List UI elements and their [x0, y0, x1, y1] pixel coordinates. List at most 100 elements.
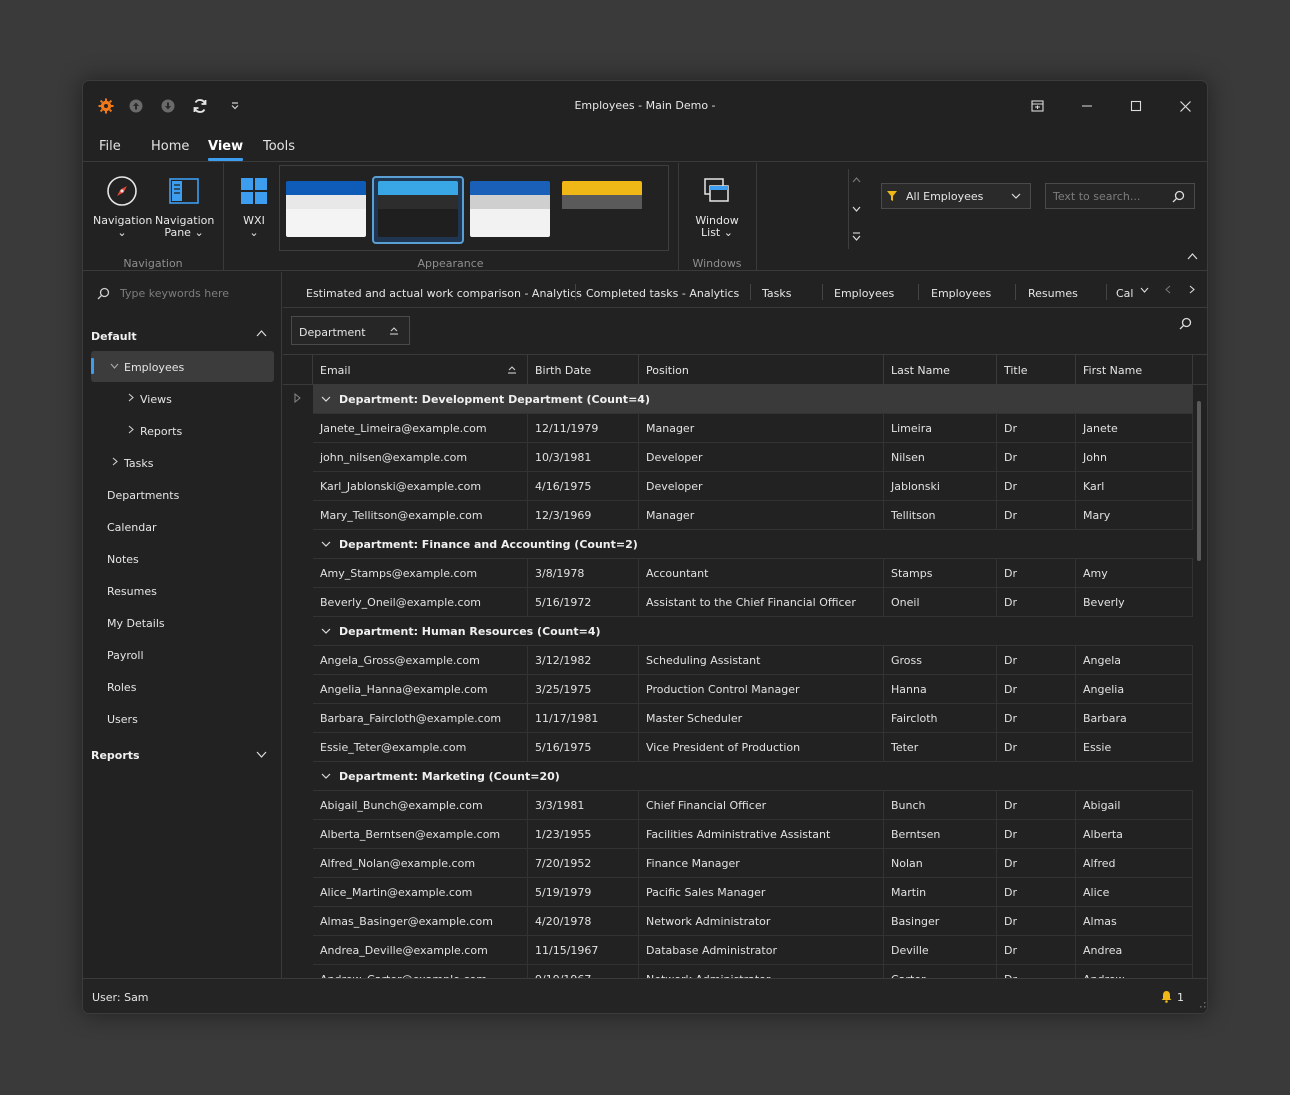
table-row[interactable]: Alice_Martin@example.com 5/19/1979 Pacific…: [313, 878, 1193, 907]
cell-last-name: Faircloth: [884, 704, 997, 733]
bell-icon[interactable]: [1160, 990, 1173, 1003]
nav-item-notes[interactable]: Notes: [107, 553, 139, 566]
table-row[interactable]: Andrew_Carter@example.com9/19/1967Networ…: [313, 965, 1193, 978]
cell-title: Dr: [997, 849, 1076, 878]
nav-item-tasks[interactable]: Tasks: [124, 457, 153, 470]
tabs-scroll-right-icon[interactable]: [1189, 285, 1195, 294]
doc-tab-work-comparison[interactable]: Estimated and actual work comparison - A…: [306, 287, 582, 300]
appearance-swatch-3[interactable]: [470, 181, 550, 237]
expand-gallery-icon[interactable]: [852, 232, 861, 241]
column-header-email[interactable]: Email: [313, 355, 528, 385]
chevron-down-icon[interactable]: [321, 396, 331, 403]
resize-grip-icon[interactable]: [1199, 1001, 1206, 1008]
column-header-first-name[interactable]: First Name: [1076, 355, 1193, 385]
table-row[interactable]: Angelia_Hanna@example.com 3/25/1975 Produc…: [313, 675, 1193, 704]
column-header-title[interactable]: Title: [997, 355, 1076, 385]
table-row[interactable]: Janete_Limeira@example.com 12/11/1979 Mana…: [313, 414, 1193, 443]
doc-tab-employees-1[interactable]: Employees: [834, 287, 894, 300]
table-row[interactable]: Amy_Stamps@example.com 3/8/1978 Accountant…: [313, 559, 1193, 588]
menu-tab-home[interactable]: Home: [151, 139, 189, 154]
nav-group-default[interactable]: Default: [91, 330, 137, 343]
maximize-button[interactable]: [1125, 95, 1147, 117]
group-row[interactable]: Department: Finance and Accounting (Coun…: [313, 530, 1193, 559]
cell-last-name: Stamps: [884, 559, 997, 588]
nav-item-payroll[interactable]: Payroll: [107, 649, 144, 662]
tabs-dropdown-icon[interactable]: [1140, 287, 1149, 293]
column-header-birth-date[interactable]: Birth Date: [528, 355, 639, 385]
column-header-position[interactable]: Position: [639, 355, 884, 385]
cell-last-name: Nilsen: [884, 443, 997, 472]
tabs-scroll-left-icon[interactable]: [1165, 285, 1171, 294]
table-row[interactable]: john_nilsen@example.com 10/3/1981 Develope…: [313, 443, 1193, 472]
window-list-button[interactable]: Window List ⌄: [687, 171, 747, 239]
cell-position: Developer: [639, 472, 884, 501]
chevron-up-icon[interactable]: [256, 330, 267, 337]
group-row[interactable]: Department: Human Resources (Count=4): [313, 617, 1193, 646]
chevron-down-icon[interactable]: [110, 363, 119, 369]
nav-item-calendar[interactable]: Calendar: [107, 521, 156, 534]
group-row[interactable]: Department: Marketing (Count=20): [313, 762, 1193, 791]
grid-header: Email Birth Date Position Last Name Titl…: [283, 355, 1207, 385]
cell-title: Dr: [997, 414, 1076, 443]
menu-tab-tools[interactable]: Tools: [263, 139, 295, 154]
minimize-button[interactable]: [1076, 95, 1098, 117]
chevron-down-icon[interactable]: [321, 773, 331, 780]
table-row[interactable]: Abigail_Bunch@example.com 3/3/1981 Chief F…: [313, 791, 1193, 820]
nav-item-departments[interactable]: Departments: [107, 489, 179, 502]
nav-item-employees[interactable]: Employees: [124, 361, 184, 374]
group-by-department-chip[interactable]: Department: [291, 316, 410, 345]
table-row[interactable]: Almas_Basinger@example.com 4/20/1978 Netwo…: [313, 907, 1193, 936]
grid-search-icon[interactable]: [1179, 317, 1192, 330]
nav-item-roles[interactable]: Roles: [107, 681, 136, 694]
cell-title: Dr: [997, 907, 1076, 936]
doc-tab-completed-tasks[interactable]: Completed tasks - Analytics: [586, 287, 739, 300]
tab-separator: [918, 284, 919, 300]
collapse-ribbon-icon[interactable]: [1187, 253, 1198, 260]
appearance-swatch-4[interactable]: [562, 181, 642, 237]
chevron-right-icon[interactable]: [112, 457, 118, 466]
group-row[interactable]: Department: Development Department (Coun…: [313, 385, 1193, 414]
table-row[interactable]: Karl_Jablonski@example.com 4/16/1975 Devel…: [313, 472, 1193, 501]
table-row[interactable]: Alberta_Berntsen@example.com 1/23/1955 Fac…: [313, 820, 1193, 849]
chevron-down-icon[interactable]: [256, 751, 267, 758]
table-row[interactable]: Beverly_Oneil@example.com 5/16/1972 Assist…: [313, 588, 1193, 617]
navigation-button[interactable]: Navigation ⌄: [93, 171, 152, 239]
wxi-button[interactable]: WXI ⌄: [233, 171, 275, 239]
nav-search-input[interactable]: Type keywords here: [97, 287, 229, 300]
doc-tab-employees-2[interactable]: Employees: [931, 287, 991, 300]
chevron-down-icon[interactable]: [321, 628, 331, 635]
navigation-pane-button[interactable]: Navigation Pane ⌄: [155, 171, 214, 239]
table-row[interactable]: Angela_Gross@example.com 3/12/1982 Schedul…: [313, 646, 1193, 675]
nav-item-reports[interactable]: Reports: [140, 425, 182, 438]
appearance-swatch-2[interactable]: [378, 181, 458, 237]
table-row[interactable]: Essie_Teter@example.com 5/16/1975 Vice Pre…: [313, 733, 1193, 762]
chevron-down-icon[interactable]: [321, 541, 331, 548]
column-header-last-name[interactable]: Last Name: [884, 355, 997, 385]
cell-position: Manager: [639, 414, 884, 443]
menu-tab-view[interactable]: View: [208, 139, 244, 161]
restore-layout-icon[interactable]: [1026, 95, 1048, 117]
doc-tab-tasks[interactable]: Tasks: [762, 287, 791, 300]
table-row[interactable]: Andrea_Deville@example.com 11/15/1967 Data…: [313, 936, 1193, 965]
table-row[interactable]: Alfred_Nolan@example.com 7/20/1952 Finance…: [313, 849, 1193, 878]
doc-tab-calendar[interactable]: Cale: [1116, 287, 1133, 300]
nav-item-my-details[interactable]: My Details: [107, 617, 165, 630]
cell-title: Dr: [997, 501, 1076, 530]
chevron-right-icon[interactable]: [128, 393, 134, 402]
grid-vertical-scrollbar[interactable]: [1197, 401, 1201, 561]
table-row[interactable]: Barbara_Faircloth@example.com 11/17/1981 M…: [313, 704, 1193, 733]
chevron-up-icon[interactable]: [852, 177, 861, 183]
nav-item-resumes[interactable]: Resumes: [107, 585, 157, 598]
chevron-right-icon[interactable]: [128, 425, 134, 434]
table-row[interactable]: Mary_Tellitson@example.com 12/3/1969 Manag…: [313, 501, 1193, 530]
close-button[interactable]: [1174, 95, 1196, 117]
cell-title: Dr: [997, 704, 1076, 733]
nav-item-views[interactable]: Views: [140, 393, 172, 406]
nav-search-placeholder: Type keywords here: [120, 287, 230, 300]
doc-tab-resumes[interactable]: Resumes: [1028, 287, 1078, 300]
appearance-swatch-1[interactable]: [286, 181, 366, 237]
nav-item-users[interactable]: Users: [107, 713, 138, 726]
menu-tab-file[interactable]: File: [99, 139, 121, 154]
chevron-down-icon[interactable]: [852, 206, 861, 212]
nav-group-reports[interactable]: Reports: [91, 749, 140, 762]
